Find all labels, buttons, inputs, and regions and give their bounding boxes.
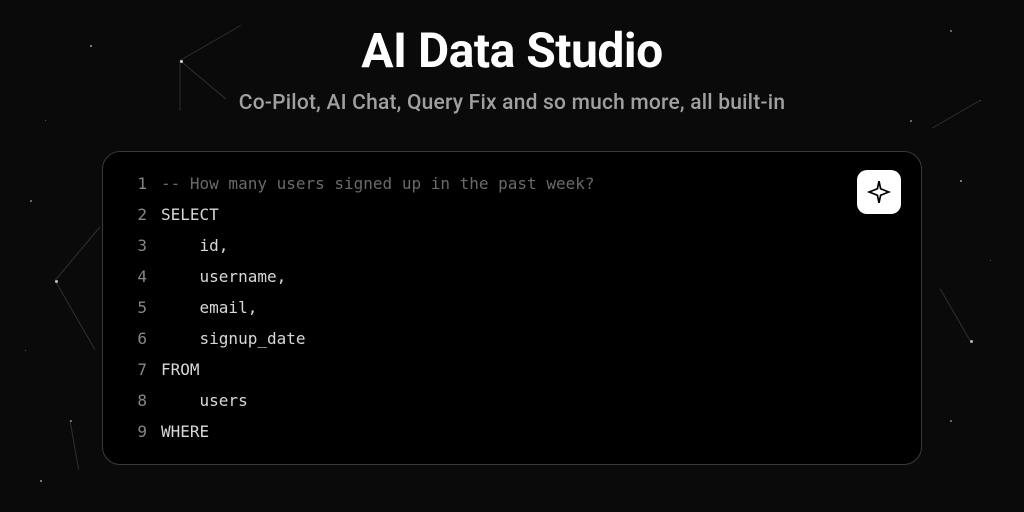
line-number: 8 [123, 387, 147, 415]
code-text: id, [161, 232, 228, 260]
line-number: 2 [123, 201, 147, 229]
sparkle-icon [866, 179, 892, 205]
code-line: 2 SELECT [123, 201, 901, 229]
page-subtitle: Co-Pilot, AI Chat, Query Fix and so much… [239, 91, 785, 115]
code-line: 1 -- How many users signed up in the pas… [123, 170, 901, 198]
code-text: username, [161, 263, 286, 291]
code-text: email, [161, 294, 257, 322]
ai-assist-button[interactable] [857, 170, 901, 214]
line-number: 3 [123, 232, 147, 260]
code-text: SELECT [161, 201, 219, 229]
code-line: 3 id, [123, 232, 901, 260]
code-text: FROM [161, 356, 200, 384]
line-number: 5 [123, 294, 147, 322]
code-area[interactable]: 1 -- How many users signed up in the pas… [123, 170, 901, 446]
line-number: 7 [123, 356, 147, 384]
code-text: users [161, 387, 248, 415]
line-number: 4 [123, 263, 147, 291]
code-line: 6 signup_date [123, 325, 901, 353]
code-line: 8 users [123, 387, 901, 415]
line-number: 9 [123, 418, 147, 446]
page-title: AI Data Studio [361, 22, 662, 79]
code-line: 5 email, [123, 294, 901, 322]
code-text: WHERE [161, 418, 209, 446]
code-line: 7 FROM [123, 356, 901, 384]
code-line: 4 username, [123, 263, 901, 291]
code-editor-window: 1 -- How many users signed up in the pas… [102, 151, 922, 465]
code-text: -- How many users signed up in the past … [161, 170, 594, 198]
code-line: 9 WHERE [123, 418, 901, 446]
line-number: 1 [123, 170, 147, 198]
line-number: 6 [123, 325, 147, 353]
code-text: signup_date [161, 325, 306, 353]
